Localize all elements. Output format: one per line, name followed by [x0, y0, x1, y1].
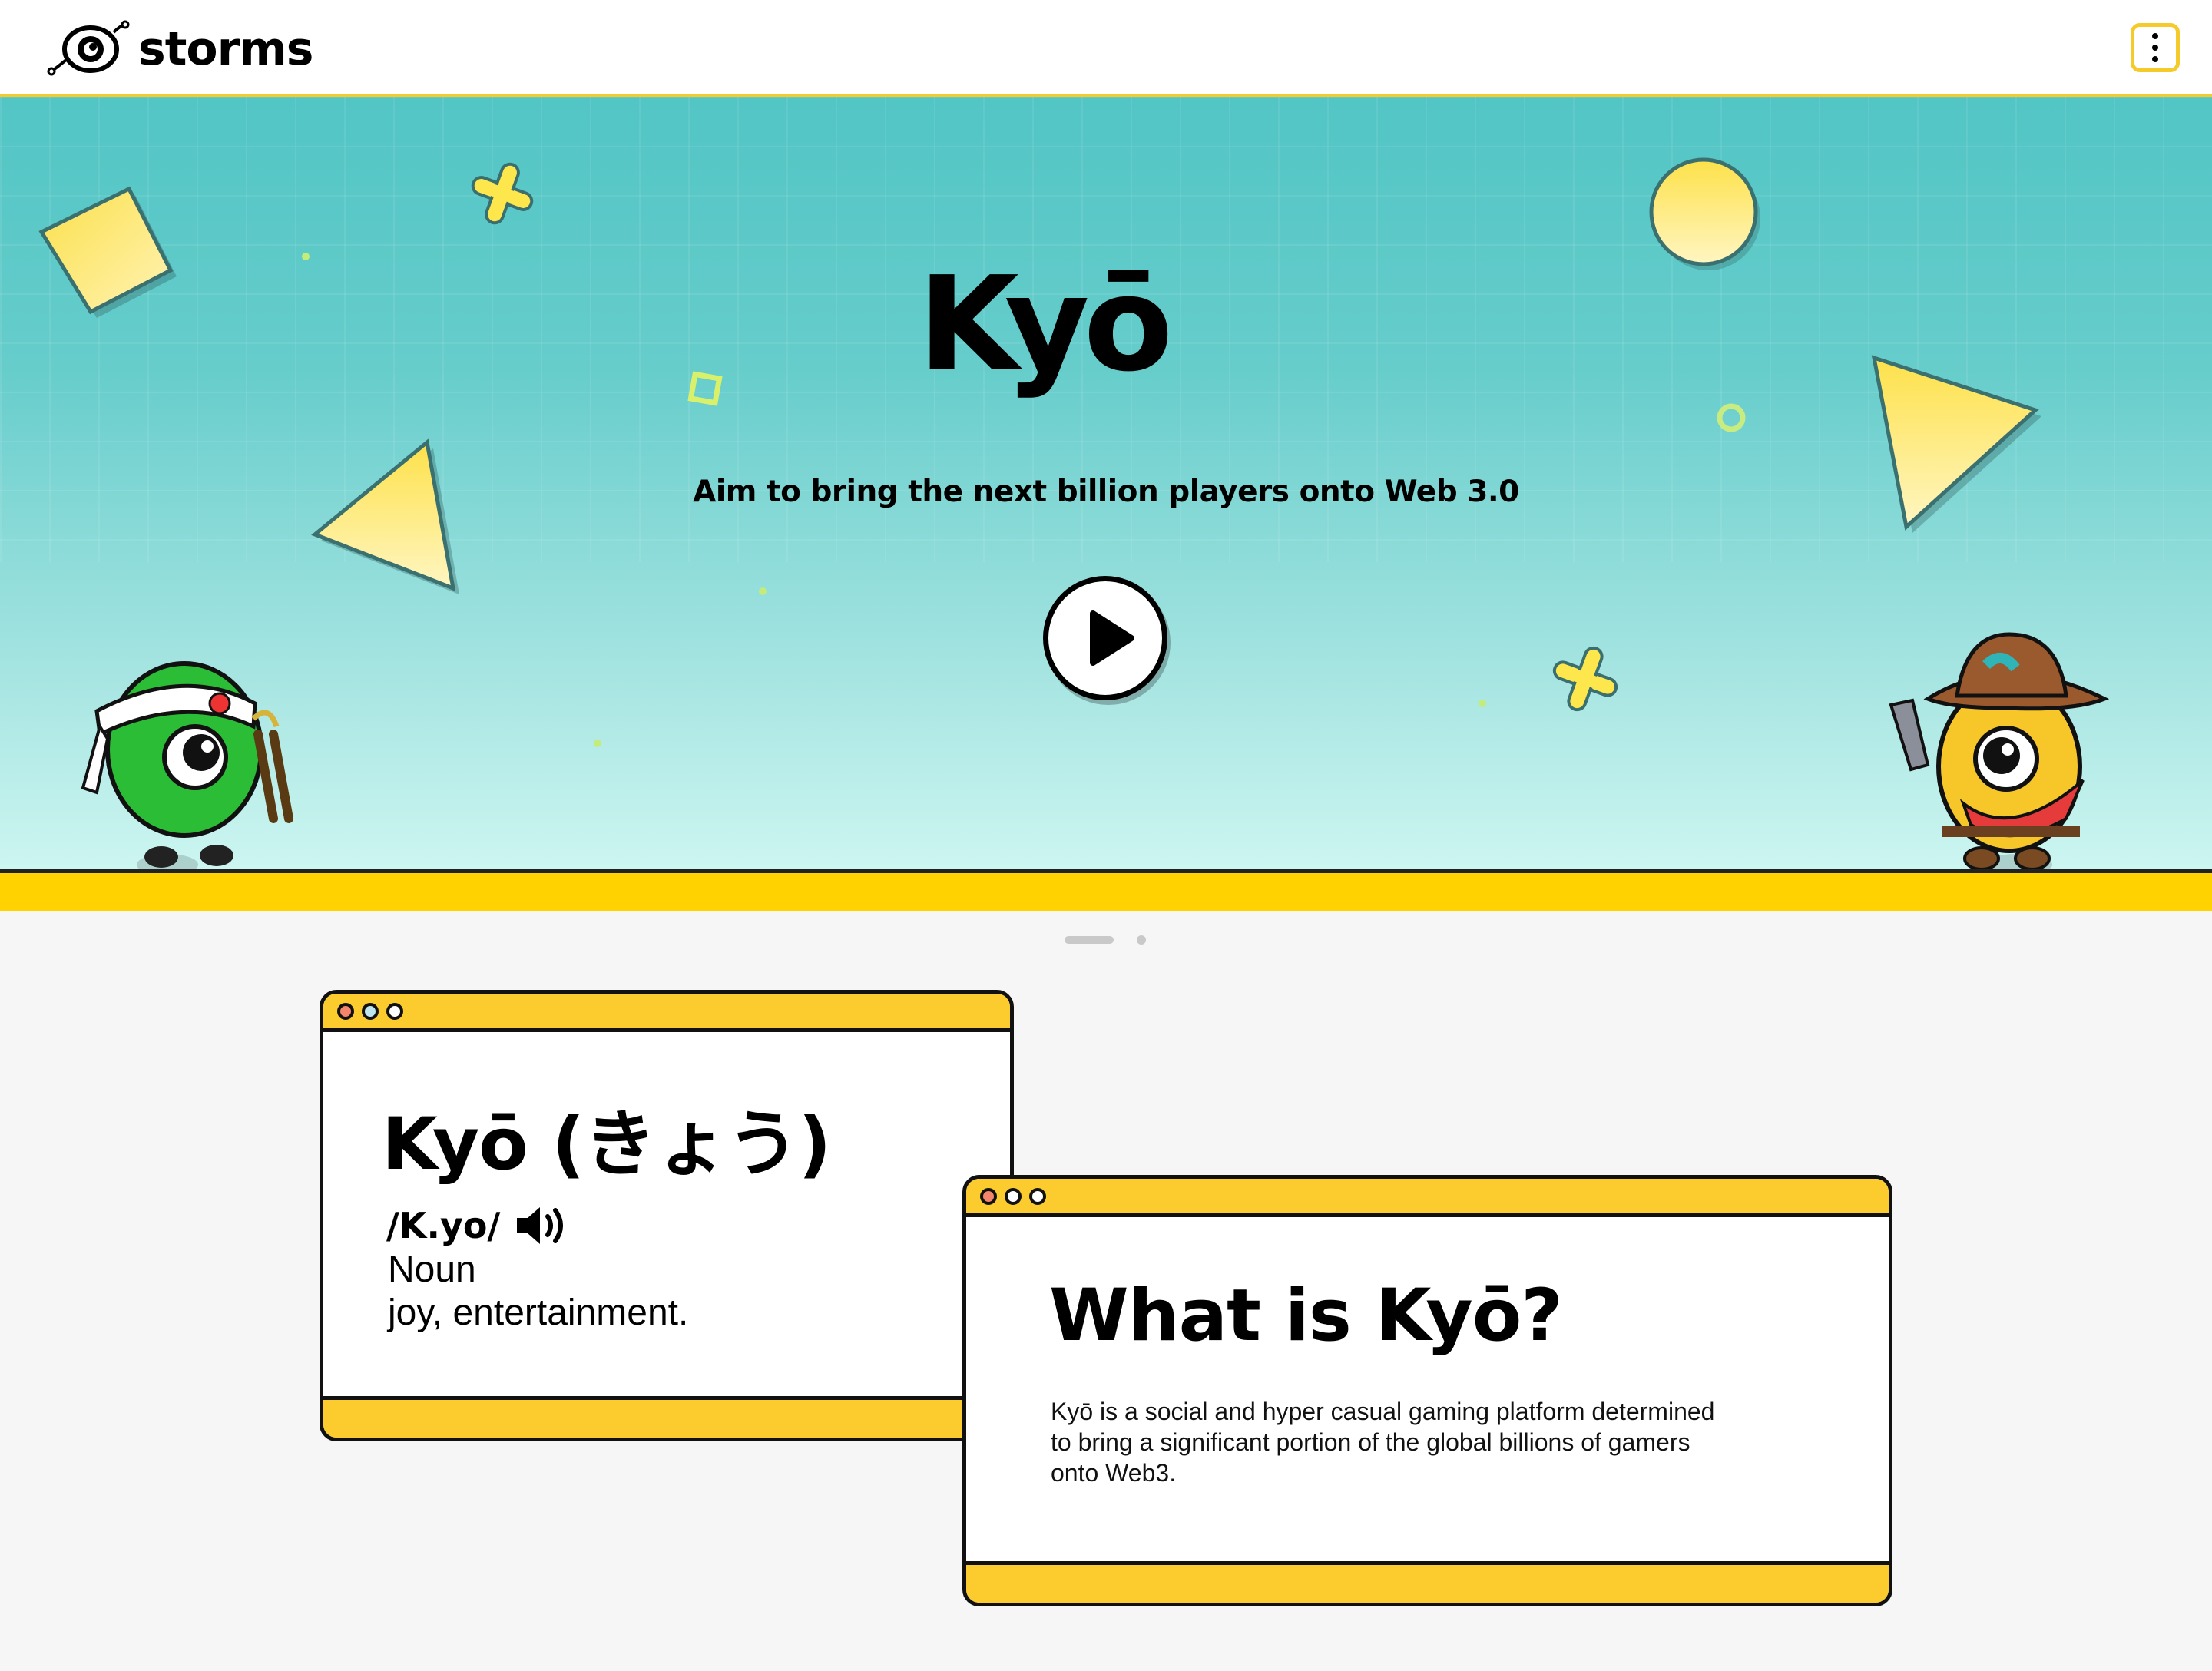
small-ring-shape [1717, 403, 1746, 432]
eye-logo-icon [47, 20, 130, 76]
speaker-icon[interactable] [514, 1203, 568, 1249]
pager-indicator[interactable] [1137, 935, 1146, 945]
about-title: What is Kyō? [1049, 1274, 1563, 1358]
small-square-shape [687, 371, 723, 406]
green-ninja-character [81, 661, 293, 872]
window-close-dot [337, 1003, 354, 1020]
pronunciation: /K.yo/ [386, 1205, 501, 1246]
brand-name: storms [138, 22, 313, 76]
pronunciation-row: /K.yo/ [386, 1203, 568, 1249]
cross-shape-bottom [1552, 646, 1618, 712]
triangle-shape-left [311, 438, 459, 594]
menu-button[interactable] [2131, 23, 2180, 72]
window-minimize-dot [1005, 1188, 1022, 1205]
top-navbar: storms [0, 0, 2212, 97]
definition-card: Kyō (きょう) /K.yo/ Noun joy, entertainment… [320, 990, 1014, 1441]
about-description: Kyō is a social and hyper casual gaming … [1051, 1398, 1715, 1487]
diamond-shape [38, 186, 177, 318]
window-close-dot [980, 1188, 997, 1205]
hero-tagline: Aim to bring the next billion players on… [693, 475, 1519, 509]
window-maximize-dot [1029, 1188, 1046, 1205]
definition-meaning: joy, entertainment. [388, 1292, 689, 1333]
circle-shape [1649, 157, 1760, 270]
play-video-button[interactable] [1043, 576, 1167, 700]
hero-title: Kyō [918, 254, 1168, 401]
window-footer [966, 1561, 1889, 1603]
storms-logo[interactable]: storms [46, 20, 313, 78]
hero-ground-bar [0, 869, 2212, 911]
hero-title-logo: Kyō [918, 254, 1174, 401]
hero-banner: Kyō Aim to bring the next billion player… [0, 97, 2212, 872]
window-minimize-dot [362, 1003, 379, 1020]
play-icon [1090, 610, 1134, 666]
pager-indicator-active[interactable] [1065, 936, 1114, 944]
cross-shape-top [471, 162, 534, 225]
about-card: What is Kyō? Kyō is a social and hyper c… [962, 1175, 1892, 1606]
part-of-speech: Noun [388, 1249, 476, 1290]
window-titlebar [323, 994, 1010, 1032]
window-titlebar [966, 1179, 1889, 1217]
more-vertical-icon [2152, 33, 2158, 39]
window-footer [323, 1396, 1010, 1438]
definition-word: Kyō (きょう) [382, 1103, 831, 1186]
window-maximize-dot [386, 1003, 403, 1020]
cowboy-character [1889, 632, 2110, 872]
